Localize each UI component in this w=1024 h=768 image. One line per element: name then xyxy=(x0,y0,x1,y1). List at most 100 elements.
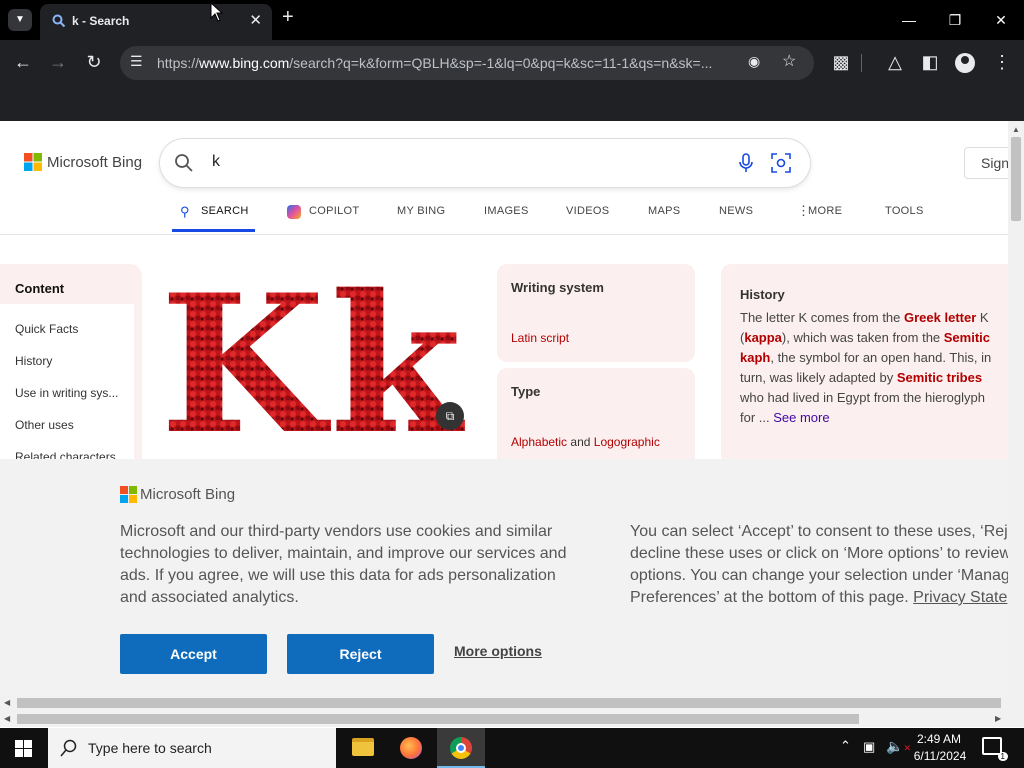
cookie-right-text: You can select ‘Accept’ to consent to th… xyxy=(630,523,1008,606)
banner-scroll-thumb[interactable] xyxy=(17,698,1001,708)
site-info-icon[interactable]: ☰ xyxy=(130,53,143,70)
tab-copilot[interactable]: COPILOT xyxy=(309,205,359,217)
tab-search-button[interactable]: ▼ xyxy=(8,9,32,31)
title-bar: ▼ k - Search ✕ + — ❐ ✕ xyxy=(0,0,1024,40)
accept-button[interactable]: Accept xyxy=(120,634,267,674)
letter-k-graphic: K k xyxy=(160,253,465,476)
active-tab-indicator xyxy=(172,229,255,232)
microphone-icon[interactable] xyxy=(738,153,754,173)
sidebar-item-history[interactable]: History xyxy=(15,354,52,368)
search-tab-icon: ⚲ xyxy=(180,204,190,219)
forward-icon[interactable]: → xyxy=(43,52,73,76)
restore-button[interactable]: ❐ xyxy=(932,0,978,40)
tab-images[interactable]: IMAGES xyxy=(484,205,529,217)
reject-button[interactable]: Reject xyxy=(287,634,434,674)
page-horizontal-scrollbar[interactable]: ◀ ▶ xyxy=(0,711,1024,727)
menu-kebab-icon[interactable]: ⋮ xyxy=(987,52,1017,76)
show-hidden-icons-chevron-icon[interactable]: ⌃ xyxy=(840,738,851,754)
scroll-up-arrow-icon[interactable]: ▲ xyxy=(1012,125,1020,134)
banner-horizontal-scrollbar[interactable]: ◀ xyxy=(0,695,1024,711)
privacy-statement-link[interactable]: Privacy State xyxy=(913,589,1007,606)
semitic-tribes-link[interactable]: Semitic tribes xyxy=(897,370,982,385)
labs-flask-icon[interactable]: △ xyxy=(880,52,910,76)
windows-taskbar: Type here to search ⌃ ▣ 🔈✕ 2:49 AM 6/11/… xyxy=(0,728,1024,768)
clock-time[interactable]: 2:49 AM xyxy=(916,732,962,746)
close-window-button[interactable]: ✕ xyxy=(978,0,1024,40)
tab-tools[interactable]: TOOLS xyxy=(885,205,924,217)
tab-videos[interactable]: VIDEOS xyxy=(566,205,609,217)
writing-system-heading: Writing system xyxy=(511,280,604,295)
sidebar-item-writing-system[interactable]: Use in writing sys... xyxy=(15,386,118,400)
search-icon xyxy=(60,739,77,757)
sidebar-item-other-uses[interactable]: Other uses xyxy=(15,418,74,432)
history-heading: History xyxy=(740,287,785,302)
type-card: Type Alphabetic and Logographic xyxy=(497,368,695,468)
tab-my-bing[interactable]: MY BING xyxy=(397,205,445,217)
visual-search-icon[interactable] xyxy=(771,153,791,173)
cookie-logo-text: Microsoft Bing xyxy=(140,486,236,503)
browser-tab[interactable]: k - Search ✕ xyxy=(40,4,272,40)
type-heading: Type xyxy=(511,384,541,399)
toolbar-divider xyxy=(861,54,862,72)
sign-in-button[interactable]: Sign xyxy=(964,147,1008,179)
more-options-link[interactable]: More options xyxy=(454,643,542,659)
vertical-scroll-thumb[interactable] xyxy=(1011,137,1021,221)
network-icon[interactable]: ▣ xyxy=(863,739,875,755)
microsoft-logo-icon xyxy=(120,486,137,503)
new-tab-button[interactable]: + xyxy=(282,6,294,29)
kappa-link[interactable]: kappa xyxy=(744,330,782,345)
taskbar-search-box[interactable]: Type here to search xyxy=(48,728,336,768)
search-input[interactable]: k xyxy=(212,153,220,171)
latin-script-link[interactable]: Latin script xyxy=(511,331,569,345)
tab-more[interactable]: MORE xyxy=(808,205,842,217)
page-scroll-thumb[interactable] xyxy=(17,714,859,724)
kaph-link[interactable]: kaph xyxy=(740,350,770,365)
semitic-link[interactable]: Semitic xyxy=(944,330,990,345)
file-explorer-icon[interactable] xyxy=(352,738,374,756)
tab-search[interactable]: SEARCH xyxy=(201,205,249,217)
alphabetic-link[interactable]: Alphabetic xyxy=(511,435,567,449)
logographic-link[interactable]: Logographic xyxy=(594,435,660,449)
mouse-cursor-icon xyxy=(210,2,224,22)
chevron-down-icon: ▼ xyxy=(15,14,25,25)
cookie-left-text: Microsoft and our third-party vendors us… xyxy=(120,523,567,606)
sidebar-item-quick-facts[interactable]: Quick Facts xyxy=(15,322,78,336)
eye-off-icon[interactable]: ◉ xyxy=(748,53,760,70)
minimize-button[interactable]: — xyxy=(886,0,932,40)
address-bar[interactable]: ☰ https://www.bing.com/search?q=k&form=Q… xyxy=(120,46,814,80)
notifications-icon[interactable]: 1 xyxy=(982,737,1008,761)
microsoft-logo-icon xyxy=(24,153,42,171)
header-divider xyxy=(0,234,1008,235)
greek-letter-link[interactable]: Greek letter xyxy=(904,310,976,325)
back-icon[interactable]: ← xyxy=(8,52,38,76)
type-and-text: and xyxy=(570,435,591,449)
close-tab-icon[interactable]: ✕ xyxy=(249,11,262,29)
star-icon[interactable]: ☆ xyxy=(782,51,796,71)
tab-news[interactable]: NEWS xyxy=(719,205,753,217)
letter-k-image[interactable]: K k ⧉ xyxy=(160,253,470,476)
vertical-scrollbar[interactable]: ▲ ▼ xyxy=(1008,121,1024,711)
search-box[interactable]: k xyxy=(160,139,810,187)
reload-icon[interactable]: ↻ xyxy=(79,52,109,76)
chrome-taskbar-button[interactable] xyxy=(437,728,485,768)
expand-image-icon[interactable]: ⧉ xyxy=(436,402,464,430)
copilot-icon xyxy=(287,205,301,219)
firefox-icon[interactable] xyxy=(400,737,422,759)
url-text[interactable]: https://www.bing.com/search?q=k&form=QBL… xyxy=(157,55,712,71)
tab-maps[interactable]: MAPS xyxy=(648,205,680,217)
profile-avatar-icon[interactable] xyxy=(955,53,975,73)
search-icon xyxy=(52,14,66,28)
see-more-link[interactable]: See more xyxy=(773,410,829,425)
bing-logo-text[interactable]: Microsoft Bing xyxy=(47,154,142,171)
type-value: Alphabetic and Logographic xyxy=(511,435,660,449)
scroll-right-arrow-icon[interactable]: ▶ xyxy=(995,714,1001,723)
history-card: History The letter K comes from the Gree… xyxy=(721,264,1008,464)
clock-date[interactable]: 6/11/2024 xyxy=(912,749,968,763)
windows-start-icon[interactable] xyxy=(15,740,32,757)
scroll-left-arrow-icon[interactable]: ◀ xyxy=(4,714,10,723)
extensions-icon[interactable]: ▩ xyxy=(826,52,856,76)
side-panel-icon[interactable]: ◧ xyxy=(915,52,945,76)
notification-count: 1 xyxy=(997,752,1008,761)
volume-muted-icon[interactable]: 🔈✕ xyxy=(886,738,911,755)
scroll-left-arrow-icon[interactable]: ◀ xyxy=(4,698,10,707)
